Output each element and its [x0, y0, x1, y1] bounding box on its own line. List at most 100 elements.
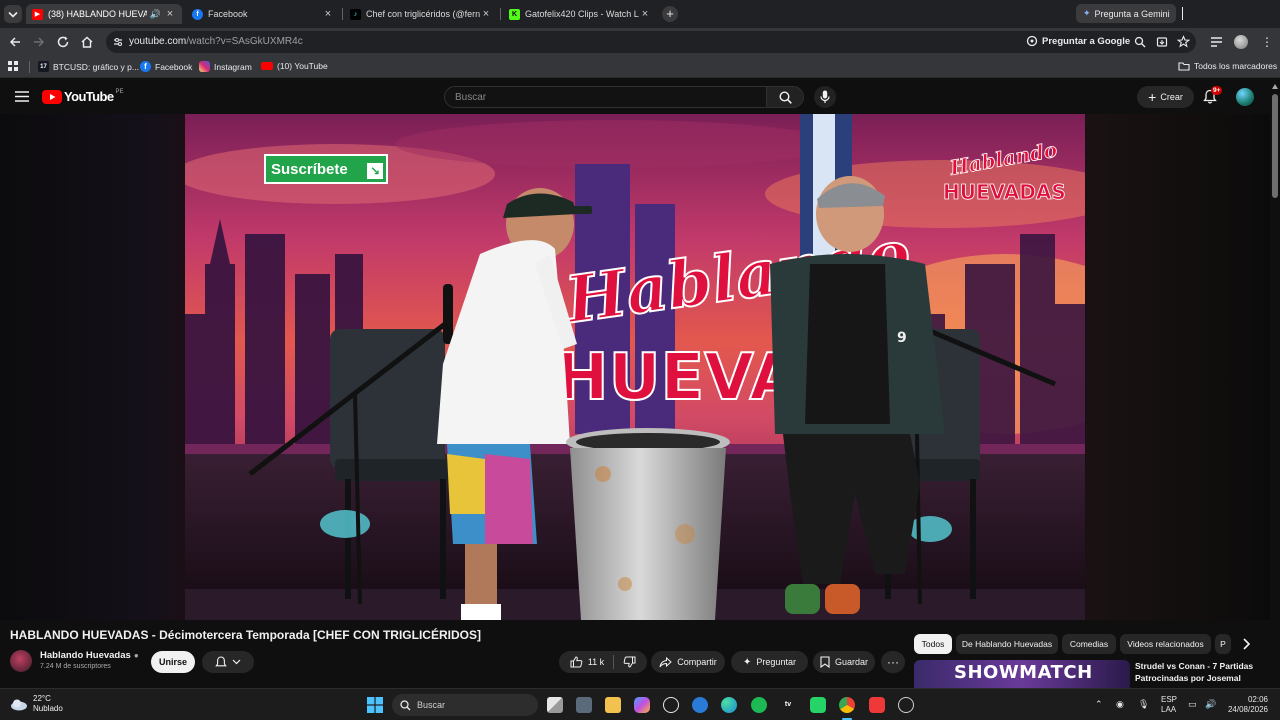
page-scrollbar[interactable]: [1270, 80, 1280, 688]
volume-icon[interactable]: 🔊: [1205, 699, 1216, 710]
input-language[interactable]: ESP LAA: [1161, 695, 1177, 715]
related-video-thumbnail[interactable]: SHOWMATCH: [914, 660, 1130, 688]
apps-grid-icon[interactable]: [8, 61, 19, 72]
settings-gear-icon[interactable]: [898, 697, 914, 713]
spotify-icon[interactable]: [751, 697, 767, 713]
close-tab-icon[interactable]: ×: [164, 8, 176, 20]
chip-from-channel[interactable]: De Hablando Huevadas: [956, 634, 1058, 654]
chip-comedies[interactable]: Comedias: [1062, 634, 1116, 654]
taskbar-search-placeholder: Buscar: [417, 700, 446, 710]
subscribe-overlay-button[interactable]: Suscríbete ↘: [264, 154, 388, 184]
speaker-icon[interactable]: 🔊: [150, 9, 161, 20]
share-button[interactable]: Compartir: [651, 651, 725, 673]
account-avatar[interactable]: [1236, 88, 1254, 106]
address-bar[interactable]: youtube.com/watch?v=SAsGkUXMR4c Pregunta…: [106, 31, 1196, 53]
file-explorer-icon[interactable]: [576, 697, 592, 713]
search-input[interactable]: Buscar: [444, 86, 767, 108]
tab-search-button[interactable]: [4, 5, 22, 23]
more-actions-button[interactable]: ···: [881, 651, 905, 673]
create-button[interactable]: + Crear: [1137, 86, 1194, 108]
clock[interactable]: 02:06 24/08/2026: [1226, 695, 1268, 715]
home-icon[interactable]: [80, 35, 94, 49]
plus-icon: +: [1148, 89, 1157, 105]
channel-name-text: Hablando Huevadas: [40, 650, 131, 661]
whatsapp-icon[interactable]: [810, 697, 826, 713]
ask-button[interactable]: ✦ Preguntar: [731, 651, 808, 673]
edge-icon[interactable]: [721, 697, 737, 713]
browser-menu-icon[interactable]: ⋮: [1261, 35, 1273, 49]
profile-avatar[interactable]: [1234, 35, 1248, 49]
display-icon[interactable]: ▭: [1188, 699, 1197, 710]
like-dislike-divider: [613, 655, 615, 669]
vivaldi-icon[interactable]: [869, 697, 885, 713]
bookmark-youtube[interactable]: (10) YouTube: [261, 61, 328, 71]
chip-all[interactable]: Todos: [914, 634, 952, 654]
scrollbar-thumb[interactable]: [1272, 94, 1278, 198]
close-tab-icon[interactable]: ×: [322, 8, 334, 20]
site-info-icon[interactable]: [112, 36, 124, 48]
tray-mic-icon[interactable]: 🎙: [1138, 699, 1149, 710]
zoom-icon[interactable]: [1134, 36, 1146, 48]
notification-bell-button[interactable]: [202, 651, 254, 673]
thumbs-down-icon[interactable]: [623, 656, 636, 668]
share-label: Compartir: [677, 657, 717, 667]
reading-list-icon[interactable]: [1210, 36, 1223, 48]
chatgpt-icon[interactable]: [663, 697, 679, 713]
task-view-icon[interactable]: [547, 697, 563, 713]
tab-facebook[interactable]: f Facebook ×: [186, 4, 340, 24]
voice-search-button[interactable]: [814, 86, 836, 108]
channel-name[interactable]: Hablando Huevadas ●: [40, 650, 139, 661]
chip-more[interactable]: P: [1215, 634, 1231, 654]
bookmark-facebook[interactable]: f Facebook: [140, 61, 192, 72]
chip-related[interactable]: Videos relacionados: [1120, 634, 1211, 654]
save-button[interactable]: Guardar: [813, 651, 875, 673]
google-lens-icon: [1026, 35, 1038, 47]
tray-overflow-icon[interactable]: ⌃: [1095, 699, 1103, 710]
tab-hablando-huevadas[interactable]: ▶ (38) HABLANDO HUEVADAS 🔊 ×: [26, 4, 182, 24]
close-tab-icon[interactable]: ×: [480, 8, 492, 20]
video-player[interactable]: Hablando HUEVADAS Hablando HUEVADAS 9 Su…: [185, 114, 1085, 620]
tab-tiktok-chef[interactable]: ♪ Chef con triglicéridos (@fernan ×: [344, 4, 498, 24]
ask-label: Preguntar: [756, 657, 796, 667]
bookmark-btcusd[interactable]: 17 BTCUSD: gráfico y p...: [38, 61, 139, 72]
close-tab-icon[interactable]: ×: [639, 8, 651, 20]
gemini-button[interactable]: ✦ Pregunta a Gemini: [1076, 4, 1176, 23]
youtube-wordmark: YouTube: [64, 89, 114, 104]
folder-icon[interactable]: [605, 697, 621, 713]
forward-arrow-icon[interactable]: [32, 35, 46, 49]
apple-tv-icon[interactable]: tv: [780, 697, 796, 713]
install-app-icon[interactable]: [1156, 36, 1168, 48]
taskbar-search[interactable]: Buscar: [392, 694, 538, 716]
copilot-icon[interactable]: [634, 697, 650, 713]
chrome-icon[interactable]: [839, 697, 855, 713]
start-button[interactable]: [367, 697, 383, 713]
youtube-logo[interactable]: YouTube PE: [42, 89, 124, 104]
ask-google-button[interactable]: Preguntar a Google: [1026, 35, 1130, 47]
bookmark-instagram[interactable]: Instagram: [199, 61, 252, 72]
related-video-title[interactable]: Strudel vs Conan - 7 Partidas Patrocinad…: [1135, 660, 1267, 684]
all-bookmarks-button[interactable]: Todos los marcadores: [1178, 61, 1277, 71]
like-button[interactable]: 11 k: [570, 656, 604, 668]
browser-toolbar: youtube.com/watch?v=SAsGkUXMR4c Pregunta…: [0, 28, 1280, 56]
join-button[interactable]: Unirse: [151, 651, 195, 673]
share-arrow-icon: [659, 656, 672, 667]
weather-widget[interactable]: 22°C Nublado: [10, 694, 63, 714]
search-icon: [779, 91, 792, 104]
chips-next-button[interactable]: [1236, 634, 1256, 654]
back-arrow-icon[interactable]: [8, 35, 22, 49]
network-status-icon[interactable]: ◉: [1116, 699, 1124, 710]
scrollbar-up-arrow-icon[interactable]: [1272, 84, 1278, 89]
bookmark-star-icon[interactable]: [1177, 35, 1190, 48]
new-tab-button[interactable]: +: [662, 6, 678, 22]
hamburger-menu-icon[interactable]: [15, 91, 29, 102]
youtube-masthead: YouTube PE Buscar + Crear 9+: [0, 78, 1280, 114]
app-c-icon[interactable]: [692, 697, 708, 713]
tab-kick-clips[interactable]: K Gatofelix420 Clips - Watch Live ×: [503, 4, 657, 24]
tab-title: (38) HABLANDO HUEVADAS: [48, 9, 147, 19]
reload-icon[interactable]: [56, 35, 70, 49]
verified-check-icon: ●: [133, 651, 139, 660]
search-button[interactable]: [766, 86, 804, 108]
notifications-button[interactable]: 9+: [1203, 86, 1223, 105]
chip-label: De Hablando Huevadas: [961, 639, 1053, 649]
channel-avatar[interactable]: [10, 650, 32, 672]
